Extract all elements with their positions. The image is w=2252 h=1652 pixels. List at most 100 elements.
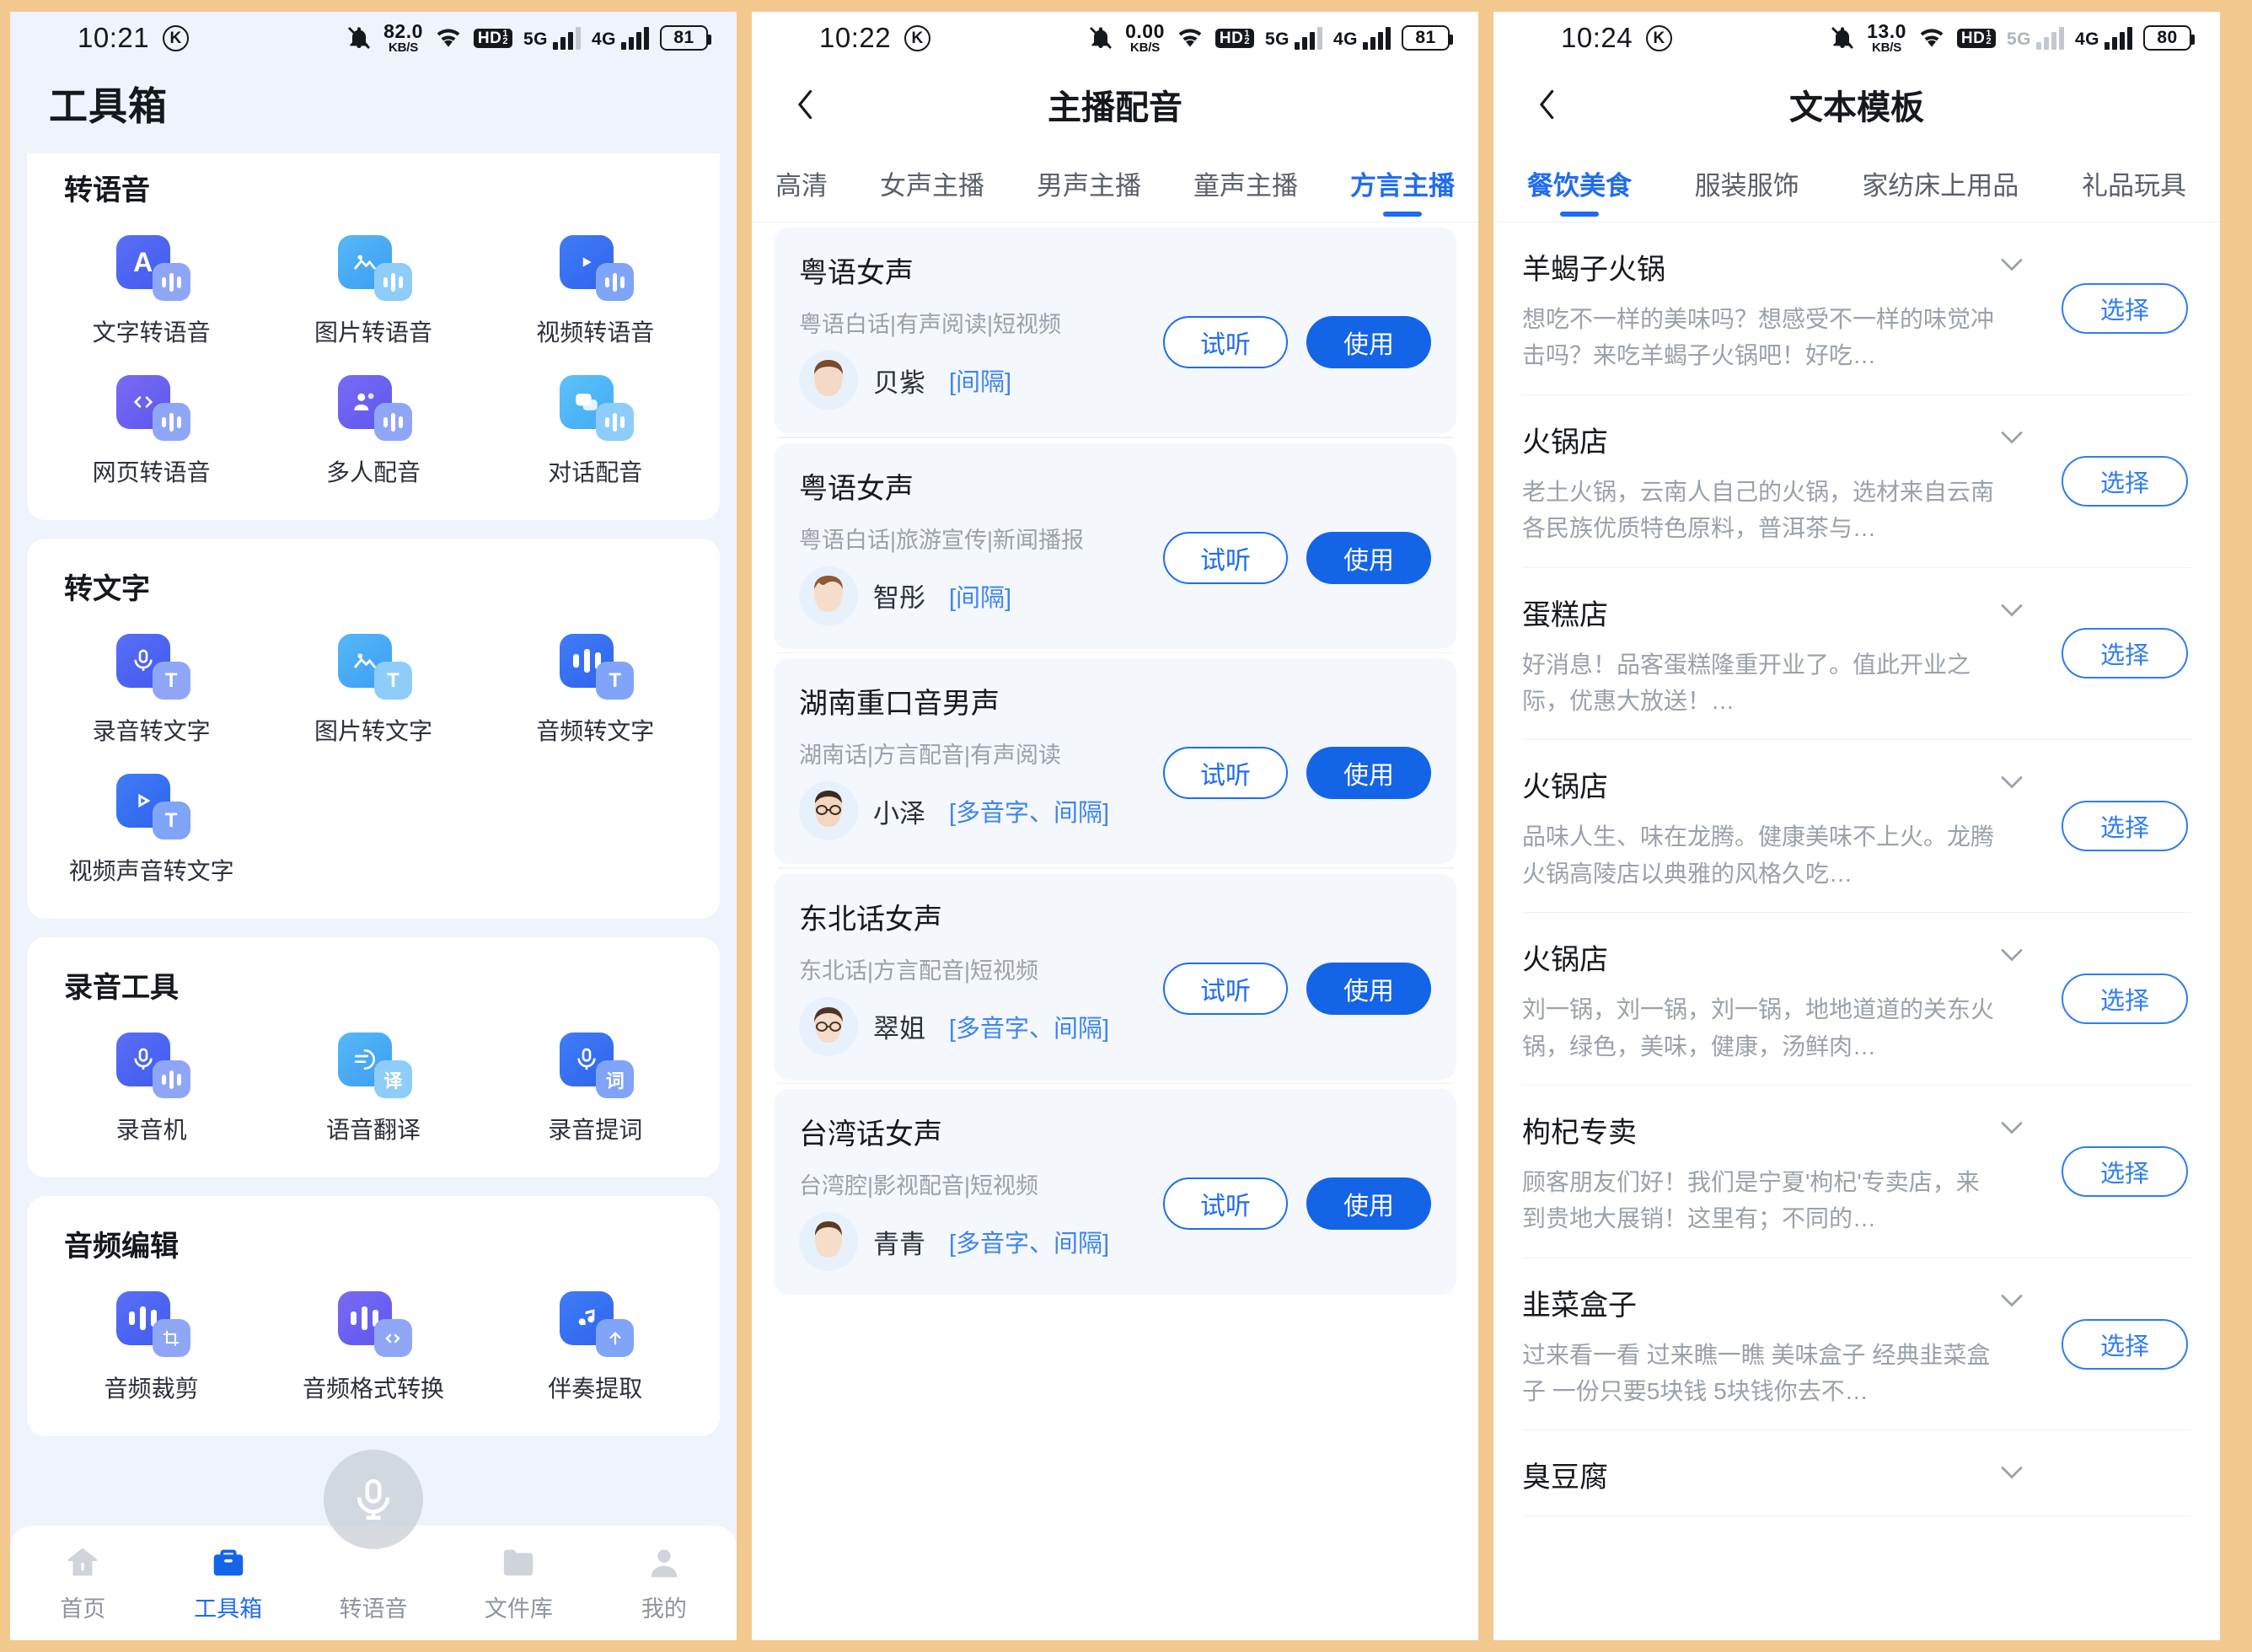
chevron-down-icon[interactable] [1997, 428, 2026, 451]
tab-hd[interactable]: 高清 [770, 145, 833, 222]
template-title: 火锅店 [1522, 771, 1608, 804]
template-list[interactable]: 羊蝎子火锅 想吃不一样的美味吗？想感受不一样的味觉冲击吗？来吃羊蝎子火锅吧！好吃… [1493, 223, 2220, 1640]
k-app-badge-icon: K [163, 24, 190, 51]
tool-audio-format-convert[interactable]: 音频格式转换 [262, 1271, 484, 1411]
tool-audio-to-text[interactable]: T 音频转文字 [485, 614, 706, 754]
tool-accompaniment-extract[interactable]: 伴奏提取 [485, 1271, 706, 1411]
preview-button[interactable]: 试听 [1163, 316, 1288, 368]
tool-voice-translate[interactable]: 译 语音翻译 [262, 1012, 484, 1152]
use-button[interactable]: 使用 [1306, 531, 1431, 584]
wifi-icon [437, 29, 460, 47]
chevron-down-icon[interactable] [1997, 1118, 2026, 1141]
list-item[interactable]: 羊蝎子火锅 想吃不一样的美味吗？想感受不一样的味觉冲击吗？来吃羊蝎子火锅吧！好吃… [1522, 223, 2191, 395]
tool-video-to-speech[interactable]: 视频转语音 [485, 215, 706, 355]
chevron-down-icon[interactable] [1997, 255, 2026, 278]
use-button[interactable]: 使用 [1306, 962, 1431, 1015]
wave-badge-icon [152, 403, 190, 441]
list-item[interactable]: 粤语女声 粤语白话|旅游宣传|新闻播报 智彤 [间隔] 试听 使用 [774, 442, 1456, 649]
speaker-tags: [多音字、间隔] [949, 800, 1110, 827]
tool-text-to-speech[interactable]: A 文字转语音 [40, 215, 262, 355]
preview-button[interactable]: 试听 [1163, 1177, 1288, 1230]
use-button[interactable]: 使用 [1306, 1177, 1431, 1230]
voice-meta: 台湾腔|影视配音|短视频 [799, 1173, 1039, 1199]
sidebar-item-to-speech[interactable]: 转语音 [301, 1543, 446, 1623]
list-item[interactable]: 台湾话女声 台湾腔|影视配音|短视频 青青 [多音字、间隔] 试听 使用 [774, 1089, 1456, 1295]
mic-icon [357, 1478, 390, 1521]
chevron-down-icon[interactable] [1997, 601, 2026, 624]
tab-clothing[interactable]: 服装服饰 [1690, 145, 1804, 222]
template-description: 品味人生、味在龙腾。健康美味不上火。龙腾火锅高陵店以典雅的风格久吃… [1522, 823, 1995, 887]
toolbox-scroll-area[interactable]: 转语音 A 文字转语音 图片转语音 视频转语音 网页转语音 多人配音 对话配音 … [10, 153, 737, 1526]
k-app-badge-icon: K [904, 24, 931, 51]
tab-food[interactable]: 餐饮美食 [1522, 145, 1637, 222]
list-item[interactable]: 火锅店 品味人生、味在龙腾。健康美味不上火。龙腾火锅高陵店以典雅的风格久吃… 选… [1522, 740, 2191, 914]
chevron-down-icon[interactable] [1997, 1463, 2026, 1486]
tool-webpage-to-speech[interactable]: 网页转语音 [40, 355, 262, 495]
mic-fab-button[interactable] [324, 1450, 423, 1549]
use-button[interactable]: 使用 [1306, 316, 1431, 368]
page-title: 主播配音 [1048, 89, 1182, 126]
tool-video-audio-to-text[interactable]: T 视频声音转文字 [40, 754, 262, 893]
tab-male-anchor[interactable]: 男声主播 [1032, 145, 1146, 222]
select-button[interactable]: 选择 [2062, 628, 2188, 679]
tool-label: 音频转文字 [536, 718, 655, 744]
tab-dialect-anchor[interactable]: 方言主播 [1345, 145, 1460, 222]
sidebar-item-toolbox[interactable]: 工具箱 [155, 1543, 300, 1623]
sidebar-item-home[interactable]: 首页 [10, 1543, 155, 1623]
list-item[interactable]: 东北话女声 东北话|方言配音|短视频 翠姐 [多音字、间隔] 试听 使用 [774, 873, 1456, 1080]
list-item[interactable]: 火锅店 老土火锅，云南人自己的火锅，选材来自云南各民族优质特色原料，普洱茶与… … [1522, 395, 2191, 568]
list-item[interactable]: 枸杞专卖 顾客朋友们好！我们是宁夏'枸杞'专卖店，来到贵地大展销！这里有；不同的… [1522, 1086, 2191, 1258]
list-item[interactable]: 火锅店 刘一锅，刘一锅，刘一锅，地地道道的关东火锅，绿色，美味，健康，汤鲜肉… … [1522, 913, 2191, 1086]
select-button[interactable]: 选择 [2062, 455, 2188, 507]
wave-badge-icon [596, 403, 635, 441]
preview-button[interactable]: 试听 [1163, 747, 1288, 799]
select-button[interactable]: 选择 [2062, 1318, 2188, 1370]
chevron-down-icon[interactable] [1997, 773, 2026, 796]
sidebar-item-files[interactable]: 文件库 [446, 1543, 591, 1623]
tab-female-anchor[interactable]: 女声主播 [875, 145, 989, 222]
list-item[interactable]: 湖南重口音男声 湖南话|方言配音|有声阅读 小泽 [多音字、间隔] 试听 使用 [774, 658, 1456, 864]
voice-meta: 湖南话|方言配音|有声阅读 [799, 743, 1062, 768]
voice-name: 湖南重口音男声 [799, 688, 1000, 720]
tab-gifts-toys[interactable]: 礼品玩具 [2077, 145, 2191, 222]
tool-image-to-speech[interactable]: 图片转语音 [262, 215, 484, 355]
tool-image-to-text[interactable]: T 图片转文字 [262, 614, 484, 754]
tool-multi-speaker-dubbing[interactable]: 多人配音 [262, 355, 484, 495]
preview-button[interactable]: 试听 [1163, 962, 1288, 1015]
voice-list[interactable]: 粤语女声 粤语白话|有声阅读|短视频 贝紫 [间隔] 试听 使用 粤语女声 粤语… [752, 223, 1478, 1640]
speaker-tags: [间隔] [949, 584, 1012, 612]
speaker-name: 翠姐 [873, 1014, 925, 1043]
wifi-icon [1920, 29, 1944, 47]
tab-child-anchor[interactable]: 童声主播 [1188, 145, 1303, 222]
back-button[interactable] [1524, 81, 1571, 128]
tool-label: 音频格式转换 [302, 1376, 444, 1402]
list-item[interactable]: 臭豆腐 [1522, 1430, 2191, 1517]
list-item[interactable]: 粤语女声 粤语白话|有声阅读|短视频 贝紫 [间隔] 试听 使用 [774, 228, 1456, 433]
template-title: 枸杞专卖 [1522, 1116, 1637, 1149]
voice-meta: 东北话|方言配音|短视频 [799, 957, 1039, 984]
tab-home-textile[interactable]: 家纺床上用品 [1857, 145, 2024, 222]
tool-audio-trim[interactable]: 音频裁剪 [40, 1271, 262, 1411]
preview-button[interactable]: 试听 [1163, 531, 1288, 584]
list-item[interactable]: 韭菜盒子 过来看一看 过来瞧一瞧 美味盒子 经典韭菜盒子 一份只要5块钱 5块钱… [1522, 1258, 2191, 1431]
template-title: 臭豆腐 [1522, 1462, 1608, 1494]
section-audio-edit: 音频编辑 音频裁剪 音频格式转换 伴奏提取 [27, 1196, 720, 1436]
select-button[interactable]: 选择 [2062, 1145, 2188, 1197]
chevron-down-icon[interactable] [1997, 1291, 2026, 1314]
select-button[interactable]: 选择 [2062, 282, 2188, 334]
back-button[interactable] [782, 81, 829, 128]
tool-label: 多人配音 [325, 459, 421, 485]
use-button[interactable]: 使用 [1306, 747, 1431, 799]
sidebar-item-profile[interactable]: 我的 [592, 1543, 737, 1623]
select-button[interactable]: 选择 [2062, 974, 2188, 1025]
tool-recorder[interactable]: 录音机 [40, 1012, 262, 1152]
tool-label: 录音提词 [548, 1117, 643, 1143]
tool-dialogue-dubbing[interactable]: 对话配音 [485, 355, 706, 495]
tool-recording-prompter[interactable]: 词 录音提词 [485, 1012, 706, 1152]
list-item[interactable]: 蛋糕店 好消息！品客蛋糕隆重开业了。值此开业之际，优惠大放送！… 选择 [1522, 568, 2191, 741]
select-button[interactable]: 选择 [2062, 801, 2188, 852]
section-title: 转语音 [64, 174, 150, 206]
chevron-down-icon[interactable] [1997, 946, 2026, 968]
tool-recording-to-text[interactable]: T 录音转文字 [40, 614, 262, 754]
network-speed: 82.0 KB/S [383, 20, 423, 55]
